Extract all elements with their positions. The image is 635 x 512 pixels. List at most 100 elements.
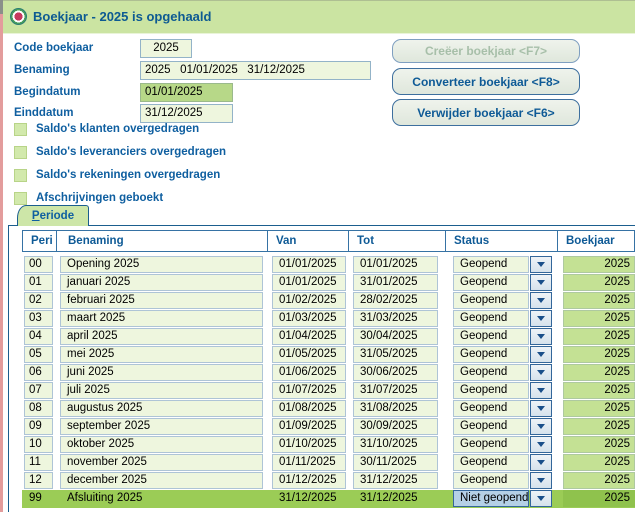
benaming-cell[interactable]: februari 2025 [60,292,263,309]
van-cell[interactable]: 01/11/2025 [272,454,346,471]
benaming-cell[interactable]: mei 2025 [60,346,263,363]
benaming-cell[interactable]: maart 2025 [60,310,263,327]
status-dropdown-button[interactable] [530,292,552,309]
peri-cell[interactable]: 06 [24,364,53,381]
tot-cell[interactable]: 31/12/2025 [353,490,438,507]
tot-cell[interactable]: 31/10/2025 [353,436,438,453]
peri-cell[interactable]: 01 [24,274,53,291]
status-cell[interactable]: Geopend [453,292,529,309]
tot-cell[interactable]: 31/08/2025 [353,400,438,417]
peri-cell[interactable]: 03 [24,310,53,327]
status-dropdown-button[interactable] [530,454,552,471]
boekjaar-cell[interactable]: 2025 [563,436,635,453]
benaming-input[interactable]: 2025 01/01/2025 31/12/2025 [140,61,371,80]
table-row[interactable]: 99 Afsluiting 2025 31/12/2025 31/12/2025 Nie… [22,490,635,508]
boekjaar-cell[interactable]: 2025 [563,346,635,363]
boekjaar-cell[interactable]: 2025 [563,364,635,381]
peri-cell[interactable]: 00 [24,256,53,273]
boekjaar-cell[interactable]: 2025 [563,400,635,417]
table-row[interactable]: 03maart 202501/03/202531/03/2025Geopend2… [22,310,635,328]
benaming-cell[interactable]: juli 2025 [60,382,263,399]
peri-cell[interactable]: 09 [24,418,53,435]
table-row[interactable]: 05mei 202501/05/202531/05/2025Geopend202… [22,346,635,364]
tot-cell[interactable]: 31/03/2025 [353,310,438,327]
peri-cell[interactable]: 99 [24,490,53,507]
benaming-cell[interactable]: september 2025 [60,418,263,435]
col-header-van[interactable]: Van [268,231,349,251]
col-header-peri[interactable]: Peri [23,231,57,251]
table-row[interactable]: 09 september 2025 01/09/2025 30/09/2025 Geop… [22,418,635,436]
van-cell[interactable]: 01/10/2025 [272,436,346,453]
status-cell[interactable]: Geopend [453,454,529,471]
status-dropdown-button[interactable] [530,490,552,507]
table-row[interactable]: 11november 202501/11/202530/11/2025Geope… [22,454,635,472]
benaming-cell[interactable]: Afsluiting 2025 [60,490,263,507]
table-row[interactable]: 08 augustus 2025 01/08/2025 31/08/2025 Geope… [22,400,635,418]
benaming-cell[interactable]: augustus 2025 [60,400,263,417]
converteer-boekjaar-button[interactable]: Converteer boekjaar <F8> [392,68,580,95]
peri-cell[interactable]: 04 [24,328,53,345]
boekjaar-cell[interactable]: 2025 [563,418,635,435]
van-cell[interactable]: 01/02/2025 [272,292,346,309]
tot-cell[interactable]: 31/12/2025 [353,472,438,489]
status-dropdown-button[interactable] [530,364,552,381]
table-row[interactable]: 02februari 202501/02/202528/02/2025Geope… [22,292,635,310]
status-cell[interactable]: Geopend [453,472,529,489]
van-cell[interactable]: 01/07/2025 [272,382,346,399]
van-cell[interactable]: 01/08/2025 [272,400,346,417]
benaming-cell[interactable]: november 2025 [60,454,263,471]
van-cell[interactable]: 01/12/2025 [272,472,346,489]
benaming-cell[interactable]: december 2025 [60,472,263,489]
tot-cell[interactable]: 01/01/2025 [353,256,438,273]
peri-cell[interactable]: 02 [24,292,53,309]
tot-cell[interactable]: 31/07/2025 [353,382,438,399]
van-cell[interactable]: 01/06/2025 [272,364,346,381]
status-dropdown-button[interactable] [530,382,552,399]
boekjaar-cell[interactable]: 2025 [563,472,635,489]
benaming-cell[interactable]: april 2025 [60,328,263,345]
status-dropdown-button[interactable] [530,436,552,453]
peri-cell[interactable]: 05 [24,346,53,363]
status-dropdown-button[interactable] [530,310,552,327]
status-dropdown-button[interactable] [530,274,552,291]
col-header-benaming[interactable]: Benaming [57,231,268,251]
table-row[interactable]: 00Opening 202501/01/202501/01/2025Geopen… [22,256,635,274]
benaming-cell[interactable]: oktober 2025 [60,436,263,453]
status-cell[interactable]: Geopend [453,346,529,363]
status-cell[interactable]: Geopend [453,436,529,453]
begindatum-input[interactable]: 01/01/2025 [140,83,233,102]
tot-cell[interactable]: 31/01/2025 [353,274,438,291]
status-cell[interactable]: Geopend [453,274,529,291]
status-cell[interactable]: Niet geopend [453,490,529,507]
boekjaar-cell[interactable]: 2025 [563,382,635,399]
code-boekjaar-input[interactable]: 2025 [140,39,192,58]
status-cell[interactable]: Geopend [453,418,529,435]
boekjaar-cell[interactable]: 2025 [563,292,635,309]
tab-periode[interactable]: Periode [17,205,89,226]
boekjaar-cell[interactable]: 2025 [563,256,635,273]
tot-cell[interactable]: 30/09/2025 [353,418,438,435]
status-cell[interactable]: Geopend [453,400,529,417]
saldo-leveranciers-checkbox[interactable] [14,146,27,159]
benaming-cell[interactable]: Opening 2025 [60,256,263,273]
table-row[interactable]: 01januari 202501/01/202531/01/2025Geopen… [22,274,635,292]
tot-cell[interactable]: 30/06/2025 [353,364,438,381]
status-dropdown-button[interactable] [530,328,552,345]
status-cell[interactable]: Geopend [453,328,529,345]
table-row[interactable]: 12 december 2025 01/12/2025 31/12/2025 Geope… [22,472,635,490]
status-cell[interactable]: Geopend [453,256,529,273]
van-cell[interactable]: 01/03/2025 [272,310,346,327]
peri-cell[interactable]: 07 [24,382,53,399]
benaming-cell[interactable]: januari 2025 [60,274,263,291]
boekjaar-cell[interactable]: 2025 [563,454,635,471]
col-header-boekjaar[interactable]: Boekjaar [558,231,634,251]
boekjaar-cell[interactable]: 2025 [563,274,635,291]
van-cell[interactable]: 31/12/2025 [272,490,346,507]
peri-cell[interactable]: 12 [24,472,53,489]
table-row[interactable]: 04april 202501/04/202530/04/2025Geopend2… [22,328,635,346]
saldo-rekeningen-checkbox[interactable] [14,169,27,182]
status-dropdown-button[interactable] [530,256,552,273]
status-dropdown-button[interactable] [530,472,552,489]
van-cell[interactable]: 01/09/2025 [272,418,346,435]
peri-cell[interactable]: 08 [24,400,53,417]
